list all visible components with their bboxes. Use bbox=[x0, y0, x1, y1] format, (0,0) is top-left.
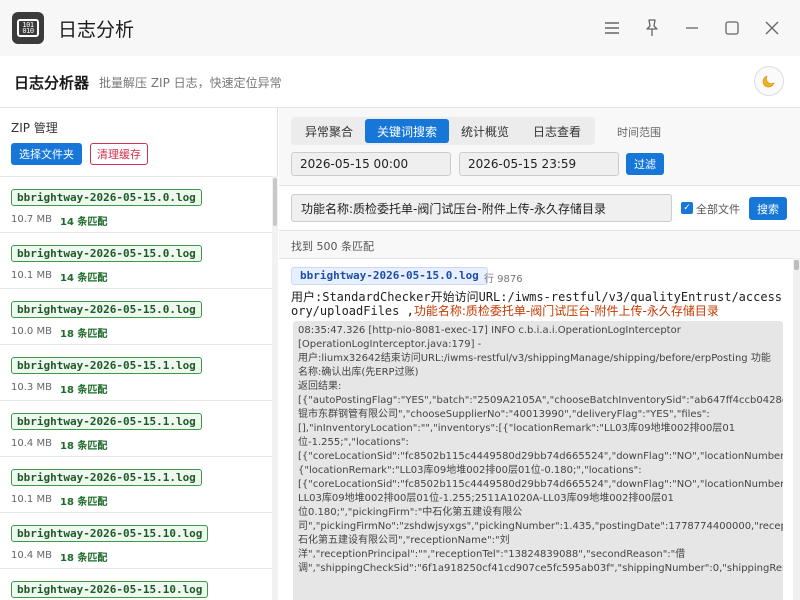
file-item[interactable]: bbrightway-2026-05-15.1.log 10.4 MB 18 条… bbox=[0, 401, 272, 457]
close-icon[interactable] bbox=[760, 16, 784, 40]
file-size: 10.0 MB bbox=[11, 326, 52, 337]
file-item[interactable]: bbrightway-2026-05-15.0.log 10.7 MB 14 条… bbox=[0, 177, 272, 233]
log-line: [],"inInventoryLocation":"","inventorys"… bbox=[298, 423, 736, 434]
app-icon-text-bottom: 010 bbox=[22, 27, 34, 35]
choose-folder-button[interactable]: 选择文件夹 bbox=[11, 143, 82, 165]
tab-log-view[interactable]: 日志查看 bbox=[521, 119, 593, 143]
result-count: 找到 500 条匹配 bbox=[291, 240, 374, 253]
file-match-count: 18 条匹配 bbox=[60, 441, 108, 452]
end-time-input[interactable]: 2026-05-15 23:59 bbox=[459, 152, 619, 176]
maximize-icon[interactable] bbox=[720, 16, 744, 40]
file-match-count: 18 条匹配 bbox=[60, 385, 108, 396]
log-line: 司","pickingFirmNo":"zshdwjsyxgs","pickin… bbox=[298, 521, 783, 532]
file-match-count: 18 条匹配 bbox=[60, 329, 108, 340]
results-scrollbar[interactable] bbox=[793, 258, 800, 600]
minimize-icon[interactable] bbox=[680, 16, 704, 40]
filter-button[interactable]: 过滤 bbox=[626, 153, 664, 175]
header-subtitle: 批量解压 ZIP 日志，快速定位异常 bbox=[99, 76, 282, 90]
tab-exception-aggregate[interactable]: 异常聚合 bbox=[293, 119, 365, 143]
time-range-label: 时间范围 bbox=[617, 126, 661, 139]
moon-icon bbox=[762, 75, 775, 88]
log-line: 位-1.255;","locations": bbox=[298, 437, 409, 448]
file-name-tag: bbrightway-2026-05-15.0.log bbox=[11, 301, 202, 318]
start-time-input[interactable]: 2026-05-15 00:00 bbox=[291, 152, 451, 176]
log-line: [{"coreLocationSid":"fc8502b115c4449580d… bbox=[298, 479, 783, 490]
log-line: 洋","receptionPrincipal":"","receptionTel… bbox=[298, 549, 686, 560]
results-list: bbrightway-2026-05-15.0.log 行 9876 用户:St… bbox=[279, 258, 800, 600]
file-item[interactable]: bbrightway-2026-05-15.10.log bbox=[0, 569, 272, 600]
search-button[interactable]: 搜索 bbox=[749, 197, 787, 220]
file-name-tag: bbrightway-2026-05-15.10.log bbox=[11, 525, 209, 542]
file-name-tag: bbrightway-2026-05-15.1.log bbox=[11, 413, 202, 430]
log-line: [{"coreLocationSid":"fc8502b115c4449580d… bbox=[298, 451, 783, 462]
log-line: 锟市东群钢管有限公司","chooseSupplierNo":"40013990… bbox=[298, 409, 710, 420]
log-line: 返回结果: bbox=[298, 381, 342, 392]
file-name-tag: bbrightway-2026-05-15.1.log bbox=[11, 469, 202, 486]
tab-bar: 异常聚合 关键词搜索 统计概览 日志查看 bbox=[291, 117, 596, 145]
file-size: 10.4 MB bbox=[11, 438, 52, 449]
file-name-tag: bbrightway-2026-05-15.1.log bbox=[11, 357, 202, 374]
file-size: 10.7 MB bbox=[11, 214, 52, 225]
file-match-count: 14 条匹配 bbox=[60, 217, 108, 228]
theme-toggle-button[interactable] bbox=[754, 66, 784, 96]
file-item[interactable]: bbrightway-2026-05-15.1.log 10.1 MB 18 条… bbox=[0, 457, 272, 513]
file-size: 10.1 MB bbox=[11, 494, 52, 505]
log-line: [OperationLogInterceptor.java:179] - bbox=[298, 339, 482, 350]
file-name-tag: bbrightway-2026-05-15.10.log bbox=[11, 581, 209, 598]
title-bar: 101 010 日志分析 bbox=[0, 0, 800, 56]
main-panel: 异常聚合 关键词搜索 统计概览 日志查看 时间范围 2026-05-15 00:… bbox=[279, 108, 800, 600]
file-match-count: 18 条匹配 bbox=[60, 553, 108, 564]
keyword-input[interactable]: 功能名称:质检委托单-阀门试压台-附件上传-永久存储目录 bbox=[291, 194, 672, 222]
file-size: 10.3 MB bbox=[11, 382, 52, 393]
clear-cache-button[interactable]: 清理缓存 bbox=[90, 143, 148, 165]
tab-keyword-search[interactable]: 关键词搜索 bbox=[365, 119, 450, 143]
file-item[interactable]: bbrightway-2026-05-15.10.log 10.4 MB 18 … bbox=[0, 513, 272, 569]
log-line: 08:35:47.326 [http-nio-8081-exec-17] INF… bbox=[298, 325, 681, 336]
header-title: 日志分析器 bbox=[14, 74, 90, 92]
search-row: 功能名称:质检委托单-阀门试压台-附件上传-永久存储目录 ✓ 全部文件 搜索 bbox=[279, 185, 800, 231]
file-item[interactable]: bbrightway-2026-05-15.1.log 10.3 MB 18 条… bbox=[0, 345, 272, 401]
file-size: 10.4 MB bbox=[11, 550, 52, 561]
file-match-count: 14 条匹配 bbox=[60, 273, 108, 284]
app-icon: 101 010 bbox=[12, 12, 44, 44]
result-line-number: 行 9876 bbox=[484, 274, 523, 285]
zip-section-title: ZIP 管理 bbox=[11, 121, 58, 135]
app-header: 日志分析器 批量解压 ZIP 日志，快速定位异常 bbox=[0, 56, 800, 108]
zip-sidebar: ZIP 管理 选择文件夹 清理缓存 bbrightway-2026-05-15.… bbox=[0, 108, 278, 600]
log-line: 调","shippingCheckSid":"6f1a918250cf41cd9… bbox=[298, 563, 783, 574]
log-context: 08:35:47.326 [http-nio-8081-exec-17] INF… bbox=[293, 321, 783, 600]
log-line: [{"autoPostingFlag":"YES","batch":"2509A… bbox=[298, 395, 783, 406]
log-line: 用户:liumx32642结束访问URL:/iwms-restful/v3/sh… bbox=[298, 353, 771, 364]
tab-statistics[interactable]: 统计概览 bbox=[449, 119, 521, 143]
log-line: LL03库09地堆002排00层01位-1.255;2511A1020A-LL0… bbox=[298, 493, 674, 504]
file-item[interactable]: bbrightway-2026-05-15.0.log 10.0 MB 18 条… bbox=[0, 289, 272, 345]
scrollbar-thumb[interactable] bbox=[794, 260, 799, 270]
log-line: 位0.180;","pickingFirm":"中石化第五建设有限公 bbox=[298, 507, 523, 518]
window-title: 日志分析 bbox=[58, 19, 135, 41]
file-match-count: 18 条匹配 bbox=[60, 497, 108, 508]
result-file-tag[interactable]: bbrightway-2026-05-15.0.log bbox=[291, 267, 488, 285]
all-files-label: 全部文件 bbox=[696, 203, 740, 216]
file-name-tag: bbrightway-2026-05-15.0.log bbox=[11, 189, 202, 206]
result-highlight: 功能名称:质检委托单-阀门试压台-附件上传-永久存储目录 bbox=[413, 304, 719, 318]
file-name-tag: bbrightway-2026-05-15.0.log bbox=[11, 245, 202, 262]
scrollbar-thumb[interactable] bbox=[273, 178, 277, 226]
result-summary: 用户:StandardChecker开始访问URL:/iwms-restful/… bbox=[291, 290, 789, 318]
file-item[interactable]: bbrightway-2026-05-15.0.log 10.1 MB 14 条… bbox=[0, 233, 272, 289]
sidebar-scrollbar[interactable] bbox=[272, 176, 278, 600]
menu-icon[interactable] bbox=[600, 16, 624, 40]
pin-icon[interactable] bbox=[640, 16, 664, 40]
log-line: {"locationRemark":"LL03库09地堆002排00层01位-0… bbox=[298, 465, 642, 476]
all-files-checkbox[interactable]: ✓ bbox=[681, 202, 693, 214]
file-size: 10.1 MB bbox=[11, 270, 52, 281]
log-line: 名称:确认出库(先ERP过账) bbox=[298, 367, 419, 378]
file-list: bbrightway-2026-05-15.0.log 10.7 MB 14 条… bbox=[0, 176, 272, 600]
log-line: 石化第五建设有限公司","receptionName":"刘 bbox=[298, 535, 510, 546]
